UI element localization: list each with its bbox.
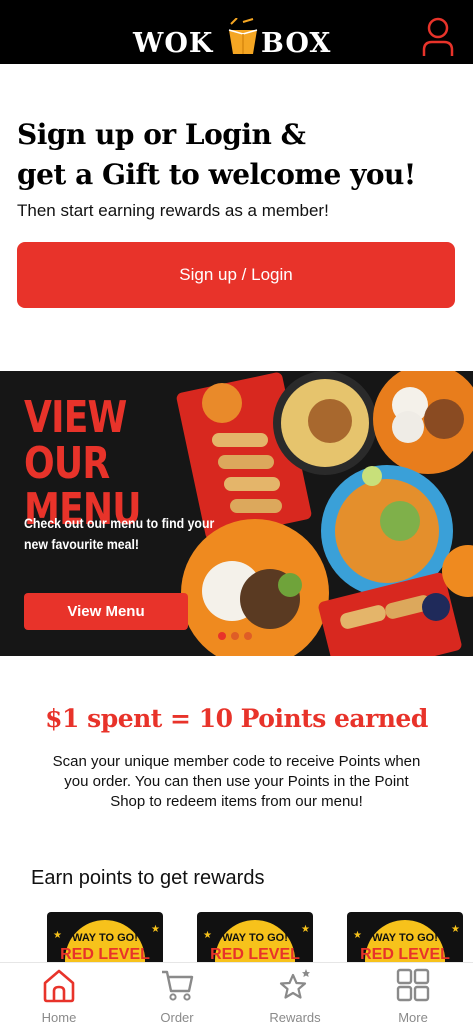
reward-card-level: RED LEVEL (210, 946, 300, 962)
reward-card[interactable]: ★ ★ WAY TO GO! RED LEVEL (347, 912, 463, 962)
grid-icon (396, 968, 430, 1002)
wok-box-logo: WOK BOX (133, 18, 343, 59)
carousel-dot-2[interactable] (231, 632, 239, 640)
home-icon (43, 969, 75, 1003)
nav-more[interactable]: More (354, 963, 472, 1024)
reward-card[interactable]: ★ ★ WAY TO GO! RED LEVEL (197, 912, 313, 962)
reward-card-label: WAY TO GO! (222, 932, 288, 944)
rewards-carousel: ★ ★ WAY TO GO! RED LEVEL ★ ★ WAY TO GO! … (47, 912, 473, 962)
takeout-box-icon (228, 18, 258, 54)
welcome-section: Sign up or Login & get a Gift to welcome… (17, 115, 457, 221)
carousel-dot-3[interactable] (244, 632, 252, 640)
nav-order[interactable]: Order (118, 963, 236, 1024)
points-title: $1 spent = 10 Points earned (45, 704, 428, 733)
earn-rewards-title: Earn points to get rewards (31, 867, 265, 889)
reward-card-label: WAY TO GO! (372, 932, 438, 944)
nav-rewards-label: Rewards (269, 1010, 321, 1024)
menu-banner[interactable]: VIEW OUR MENU Check out our menu to find… (0, 371, 473, 656)
nav-more-label: More (398, 1010, 428, 1024)
app-header: WOK BOX (0, 0, 473, 64)
cart-icon (162, 970, 194, 1001)
carousel-dot-1[interactable] (218, 632, 226, 640)
logo-text-right: BOX (261, 28, 332, 59)
view-menu-button[interactable]: View Menu (24, 593, 188, 630)
nav-rewards[interactable]: Rewards (236, 963, 354, 1024)
nav-order-label: Order (160, 1010, 194, 1024)
welcome-title-line-2: get a Gift to welcome you! (17, 158, 416, 191)
carousel-indicator (218, 632, 252, 640)
welcome-title: Sign up or Login & get a Gift to welcome… (17, 115, 457, 195)
banner-subtitle: Check out our menu to find your new favo… (24, 515, 215, 552)
bottom-nav: Home Order Rewards More (0, 962, 473, 1024)
logo-text-left: WOK (133, 28, 214, 59)
star-icon (279, 969, 310, 999)
nav-home-label: Home (41, 1010, 77, 1024)
signup-login-button[interactable]: Sign up / Login (17, 242, 455, 308)
nav-home[interactable]: Home (0, 963, 118, 1024)
points-description: Scan your unique member code to receive … (52, 753, 421, 810)
reward-card-level: RED LEVEL (360, 946, 450, 962)
reward-card[interactable]: ★ ★ WAY TO GO! RED LEVEL (47, 912, 163, 962)
profile-icon[interactable] (420, 16, 456, 58)
reward-card-level: RED LEVEL (60, 946, 150, 962)
welcome-subtitle: Then start earning rewards as a member! (17, 201, 329, 220)
welcome-title-line-1: Sign up or Login & (17, 118, 306, 151)
reward-card-label: WAY TO GO! (72, 932, 138, 944)
